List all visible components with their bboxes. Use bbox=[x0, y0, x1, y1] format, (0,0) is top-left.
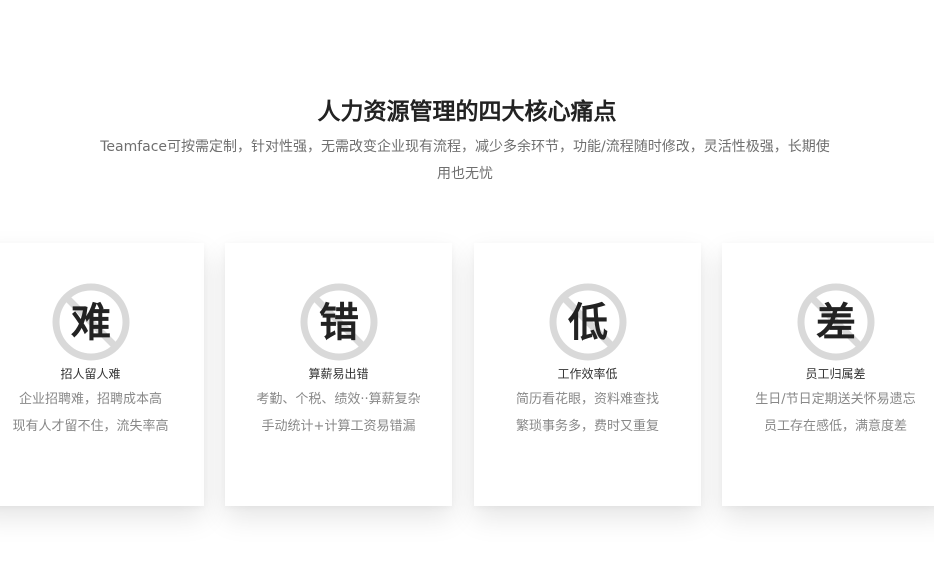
card-title: 算薪易出错 bbox=[308, 367, 369, 381]
card-description-line: 手动统计+计算工资易错漏 bbox=[261, 419, 416, 434]
card-icon-character: 难 bbox=[71, 300, 111, 346]
card-icon-character: 错 bbox=[319, 300, 359, 346]
card-title: 员工归属差 bbox=[805, 367, 866, 381]
no-sign-icon: 低 bbox=[548, 282, 628, 362]
pain-card-belonging: 差 员工归属差 生日/节日定期送关怀易遗忘 员工存在感低，满意度差 bbox=[722, 243, 934, 506]
pain-card-recruiting: 难 招人留人难 企业招聘难，招聘成本高 现有人才留不住，流失率高 bbox=[0, 243, 204, 506]
card-title: 招人留人难 bbox=[60, 367, 121, 381]
card-description-line: 考勤、个税、绩效··算薪复杂 bbox=[256, 392, 421, 407]
card-description-line: 生日/节日定期送关怀易遗忘 bbox=[755, 392, 916, 407]
card-description-line: 企业招聘难，招聘成本高 bbox=[18, 392, 162, 407]
card-title: 工作效率低 bbox=[557, 367, 618, 381]
no-sign-icon: 难 bbox=[51, 282, 131, 362]
pain-card-payroll: 错 算薪易出错 考勤、个税、绩效··算薪复杂 手动统计+计算工资易错漏 bbox=[225, 243, 452, 506]
no-sign-icon: 错 bbox=[299, 282, 379, 362]
card-icon-character: 差 bbox=[816, 300, 856, 346]
card-description-line: 繁琐事务多，费时又重复 bbox=[515, 419, 659, 434]
pain-card-efficiency: 低 工作效率低 简历看花眼，资料难查找 繁琐事务多，费时又重复 bbox=[474, 243, 701, 506]
card-description-line: 员工存在感低，满意度差 bbox=[763, 419, 907, 434]
card-description-line: 简历看花眼，资料难查找 bbox=[515, 392, 659, 407]
card-description-line: 现有人才留不住，流失率高 bbox=[12, 419, 169, 434]
pain-point-cards: 难 招人留人难 企业招聘难，招聘成本高 现有人才留不住，流失率高 错 算薪易出错… bbox=[0, 0, 934, 584]
card-icon-character: 低 bbox=[568, 300, 608, 346]
no-sign-icon: 差 bbox=[796, 282, 876, 362]
